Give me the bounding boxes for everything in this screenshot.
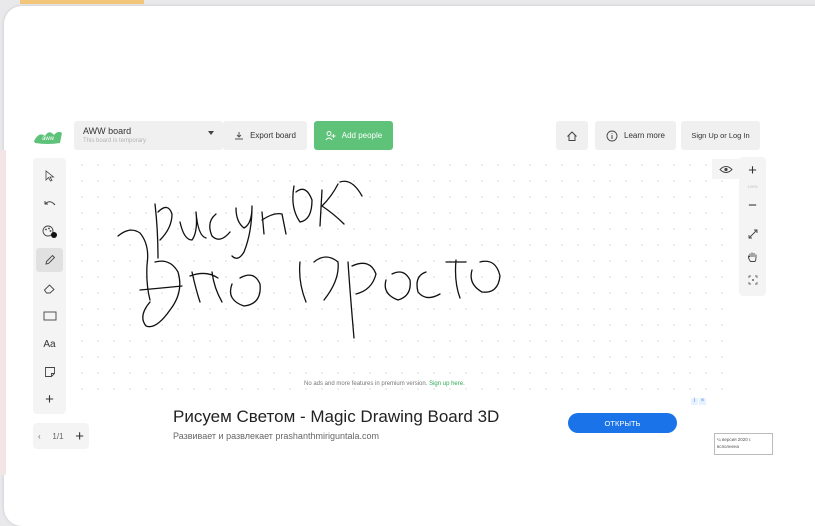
ad-info-icon[interactable]: i	[691, 398, 698, 405]
ad-banner[interactable]: Рисуем Светом - Magic Drawing Board 3D Р…	[140, 398, 709, 449]
zoom-in-button[interactable]: +	[739, 160, 766, 180]
pencil-icon	[44, 254, 55, 265]
info-icon	[606, 130, 618, 141]
color-tool[interactable]	[36, 220, 63, 244]
page-navigator: ‹ 1/1 +	[33, 423, 89, 449]
download-icon	[235, 131, 244, 139]
text-tool[interactable]: Aa	[36, 332, 63, 356]
undo-icon	[44, 201, 55, 206]
cursor-icon	[45, 170, 55, 182]
board-name: AWW board	[83, 126, 132, 136]
add-people-label: Add people	[341, 131, 383, 140]
ad-title[interactable]: Рисуем Светом - Magic Drawing Board 3D	[173, 407, 499, 427]
sign-in-label: Sign Up or Log In	[691, 131, 750, 140]
prev-page-button[interactable]: ‹	[38, 432, 41, 441]
undo-tool[interactable]	[36, 192, 63, 216]
zoom-level: 100%	[747, 184, 758, 189]
browser-tab-highlight	[20, 0, 144, 4]
ad-open-button[interactable]: ОТКРЫТЬ	[568, 413, 677, 433]
text-tool-label: Aa	[43, 338, 56, 350]
export-board-button[interactable]: Export board	[223, 121, 307, 150]
home-icon	[567, 130, 577, 141]
add-tool-label: +	[45, 390, 54, 408]
promo-text: No ads and more features in premium vers…	[304, 381, 430, 387]
center-view-button[interactable]	[739, 270, 766, 290]
promo-signup-link[interactable]: Sign up here.	[429, 381, 465, 387]
pen-tool[interactable]	[36, 248, 63, 272]
eraser-icon	[43, 283, 55, 293]
ad-close-icon[interactable]: ×	[699, 398, 706, 405]
pan-button[interactable]	[739, 247, 766, 267]
user-plus-icon	[325, 131, 336, 141]
export-board-label: Export board	[250, 131, 296, 140]
palette-icon	[42, 225, 57, 238]
version-tooltip: ¼ версия 2020 г. всполнена	[714, 433, 773, 455]
eye-icon	[718, 165, 733, 173]
expand-icon	[748, 229, 757, 239]
tool-sidebar: Aa +	[33, 158, 66, 414]
target-icon	[748, 275, 757, 285]
view-mode-button[interactable]	[712, 159, 739, 179]
rectangle-icon	[43, 311, 56, 321]
aww-logo-icon[interactable]: aww	[33, 127, 63, 145]
sticky-note-tool[interactable]	[36, 360, 63, 384]
add-tool-button[interactable]: +	[36, 387, 63, 411]
page-indicator: 1/1	[52, 431, 64, 441]
learn-more-button[interactable]: Learn more	[595, 121, 676, 150]
home-button[interactable]	[556, 121, 588, 150]
ad-choices-badge[interactable]: i ×	[691, 398, 706, 405]
add-people-button[interactable]: Add people	[314, 121, 393, 150]
chevron-down-icon	[208, 131, 214, 135]
eraser-tool[interactable]	[36, 276, 63, 300]
add-page-button[interactable]: +	[75, 428, 84, 445]
shape-tool[interactable]	[36, 304, 63, 328]
board-subtitle: This board is temporary	[83, 138, 147, 144]
premium-promo-text: No ads and more features in premium vers…	[304, 381, 465, 387]
board-selector[interactable]: AWW board This board is temporary	[74, 121, 223, 150]
zoom-out-button[interactable]: −	[739, 195, 766, 215]
sticky-note-icon	[44, 367, 55, 377]
zoom-controls: + 100% −	[712, 157, 766, 296]
learn-more-label: Learn more	[624, 131, 665, 140]
hand-icon	[747, 252, 757, 262]
sign-in-button[interactable]: Sign Up or Log In	[681, 121, 760, 150]
select-tool[interactable]	[36, 164, 63, 188]
fit-screen-button[interactable]	[739, 224, 766, 244]
drawing-canvas[interactable]	[74, 157, 736, 392]
svg-text:aww: aww	[42, 136, 55, 142]
left-edge-strip	[0, 150, 6, 475]
ad-subtitle: Развивает и развлекает prashanthmirigunt…	[173, 431, 379, 441]
